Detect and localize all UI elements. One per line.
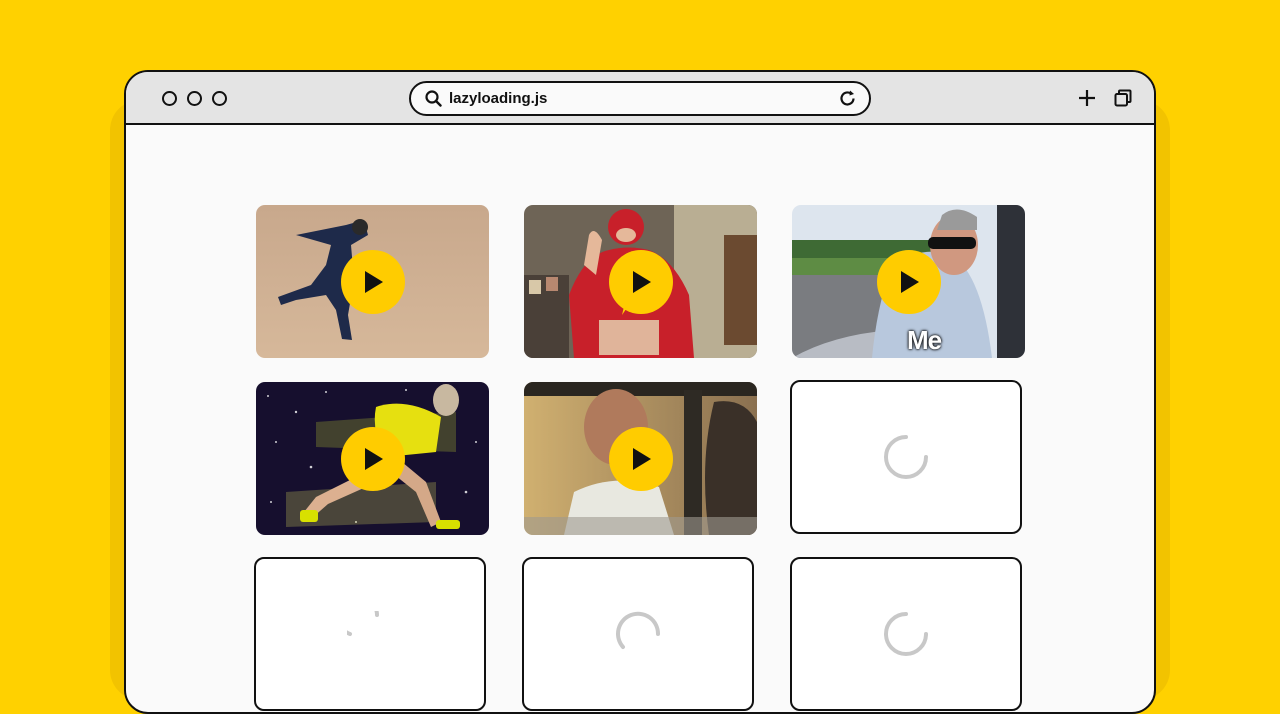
loading-placeholder: [790, 557, 1022, 711]
spinner-icon: [616, 611, 661, 649]
video-thumbnail[interactable]: Me: [792, 205, 1025, 358]
video-thumbnail[interactable]: [256, 382, 489, 535]
tabs-icon[interactable]: [1114, 89, 1132, 112]
browser-titlebar: lazyloading.js: [126, 72, 1154, 125]
loading-placeholder: [790, 380, 1022, 534]
loading-placeholder: [522, 557, 754, 711]
play-button[interactable]: [876, 249, 941, 314]
spinner-icon: [347, 611, 379, 636]
gif-caption: Me: [907, 325, 942, 355]
address-url[interactable]: lazyloading.js: [449, 90, 547, 107]
reload-icon[interactable]: [838, 89, 857, 113]
address-bar[interactable]: lazyloading.js: [409, 81, 871, 116]
play-button[interactable]: [340, 249, 405, 314]
play-icon: [364, 447, 383, 470]
play-button[interactable]: [340, 426, 405, 491]
minimize-window-button[interactable]: [187, 91, 202, 106]
play-icon: [632, 270, 651, 293]
video-thumbnail[interactable]: [524, 205, 757, 358]
play-button[interactable]: [608, 249, 673, 314]
search-icon: [425, 90, 442, 112]
video-thumbnail[interactable]: [524, 382, 757, 535]
loading-placeholder: [254, 557, 486, 711]
new-tab-icon[interactable]: [1078, 89, 1096, 112]
spinner-icon: [884, 435, 928, 479]
play-icon: [632, 447, 651, 470]
maximize-window-button[interactable]: [212, 91, 227, 106]
play-icon: [900, 270, 919, 293]
play-icon: [364, 270, 383, 293]
close-window-button[interactable]: [162, 91, 177, 106]
play-button[interactable]: [608, 426, 673, 491]
window-controls: [162, 91, 227, 106]
spinner-icon: [884, 612, 928, 656]
browser-window: lazyloading.js Me: [124, 70, 1156, 714]
video-thumbnail[interactable]: [256, 205, 489, 358]
